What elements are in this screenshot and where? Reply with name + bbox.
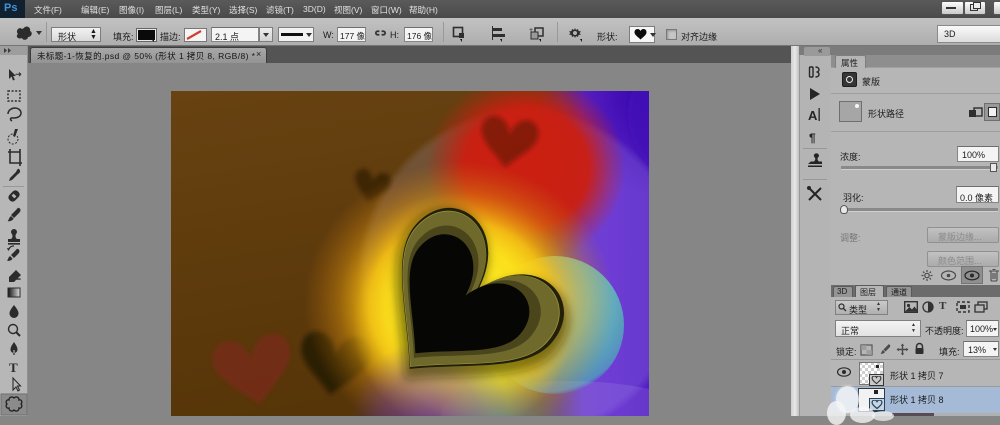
svg-text:¶: ¶ [809, 131, 816, 145]
svg-text:A: A [808, 108, 818, 123]
svg-text:+: + [529, 27, 533, 34]
svg-text:T: T [9, 360, 18, 375]
